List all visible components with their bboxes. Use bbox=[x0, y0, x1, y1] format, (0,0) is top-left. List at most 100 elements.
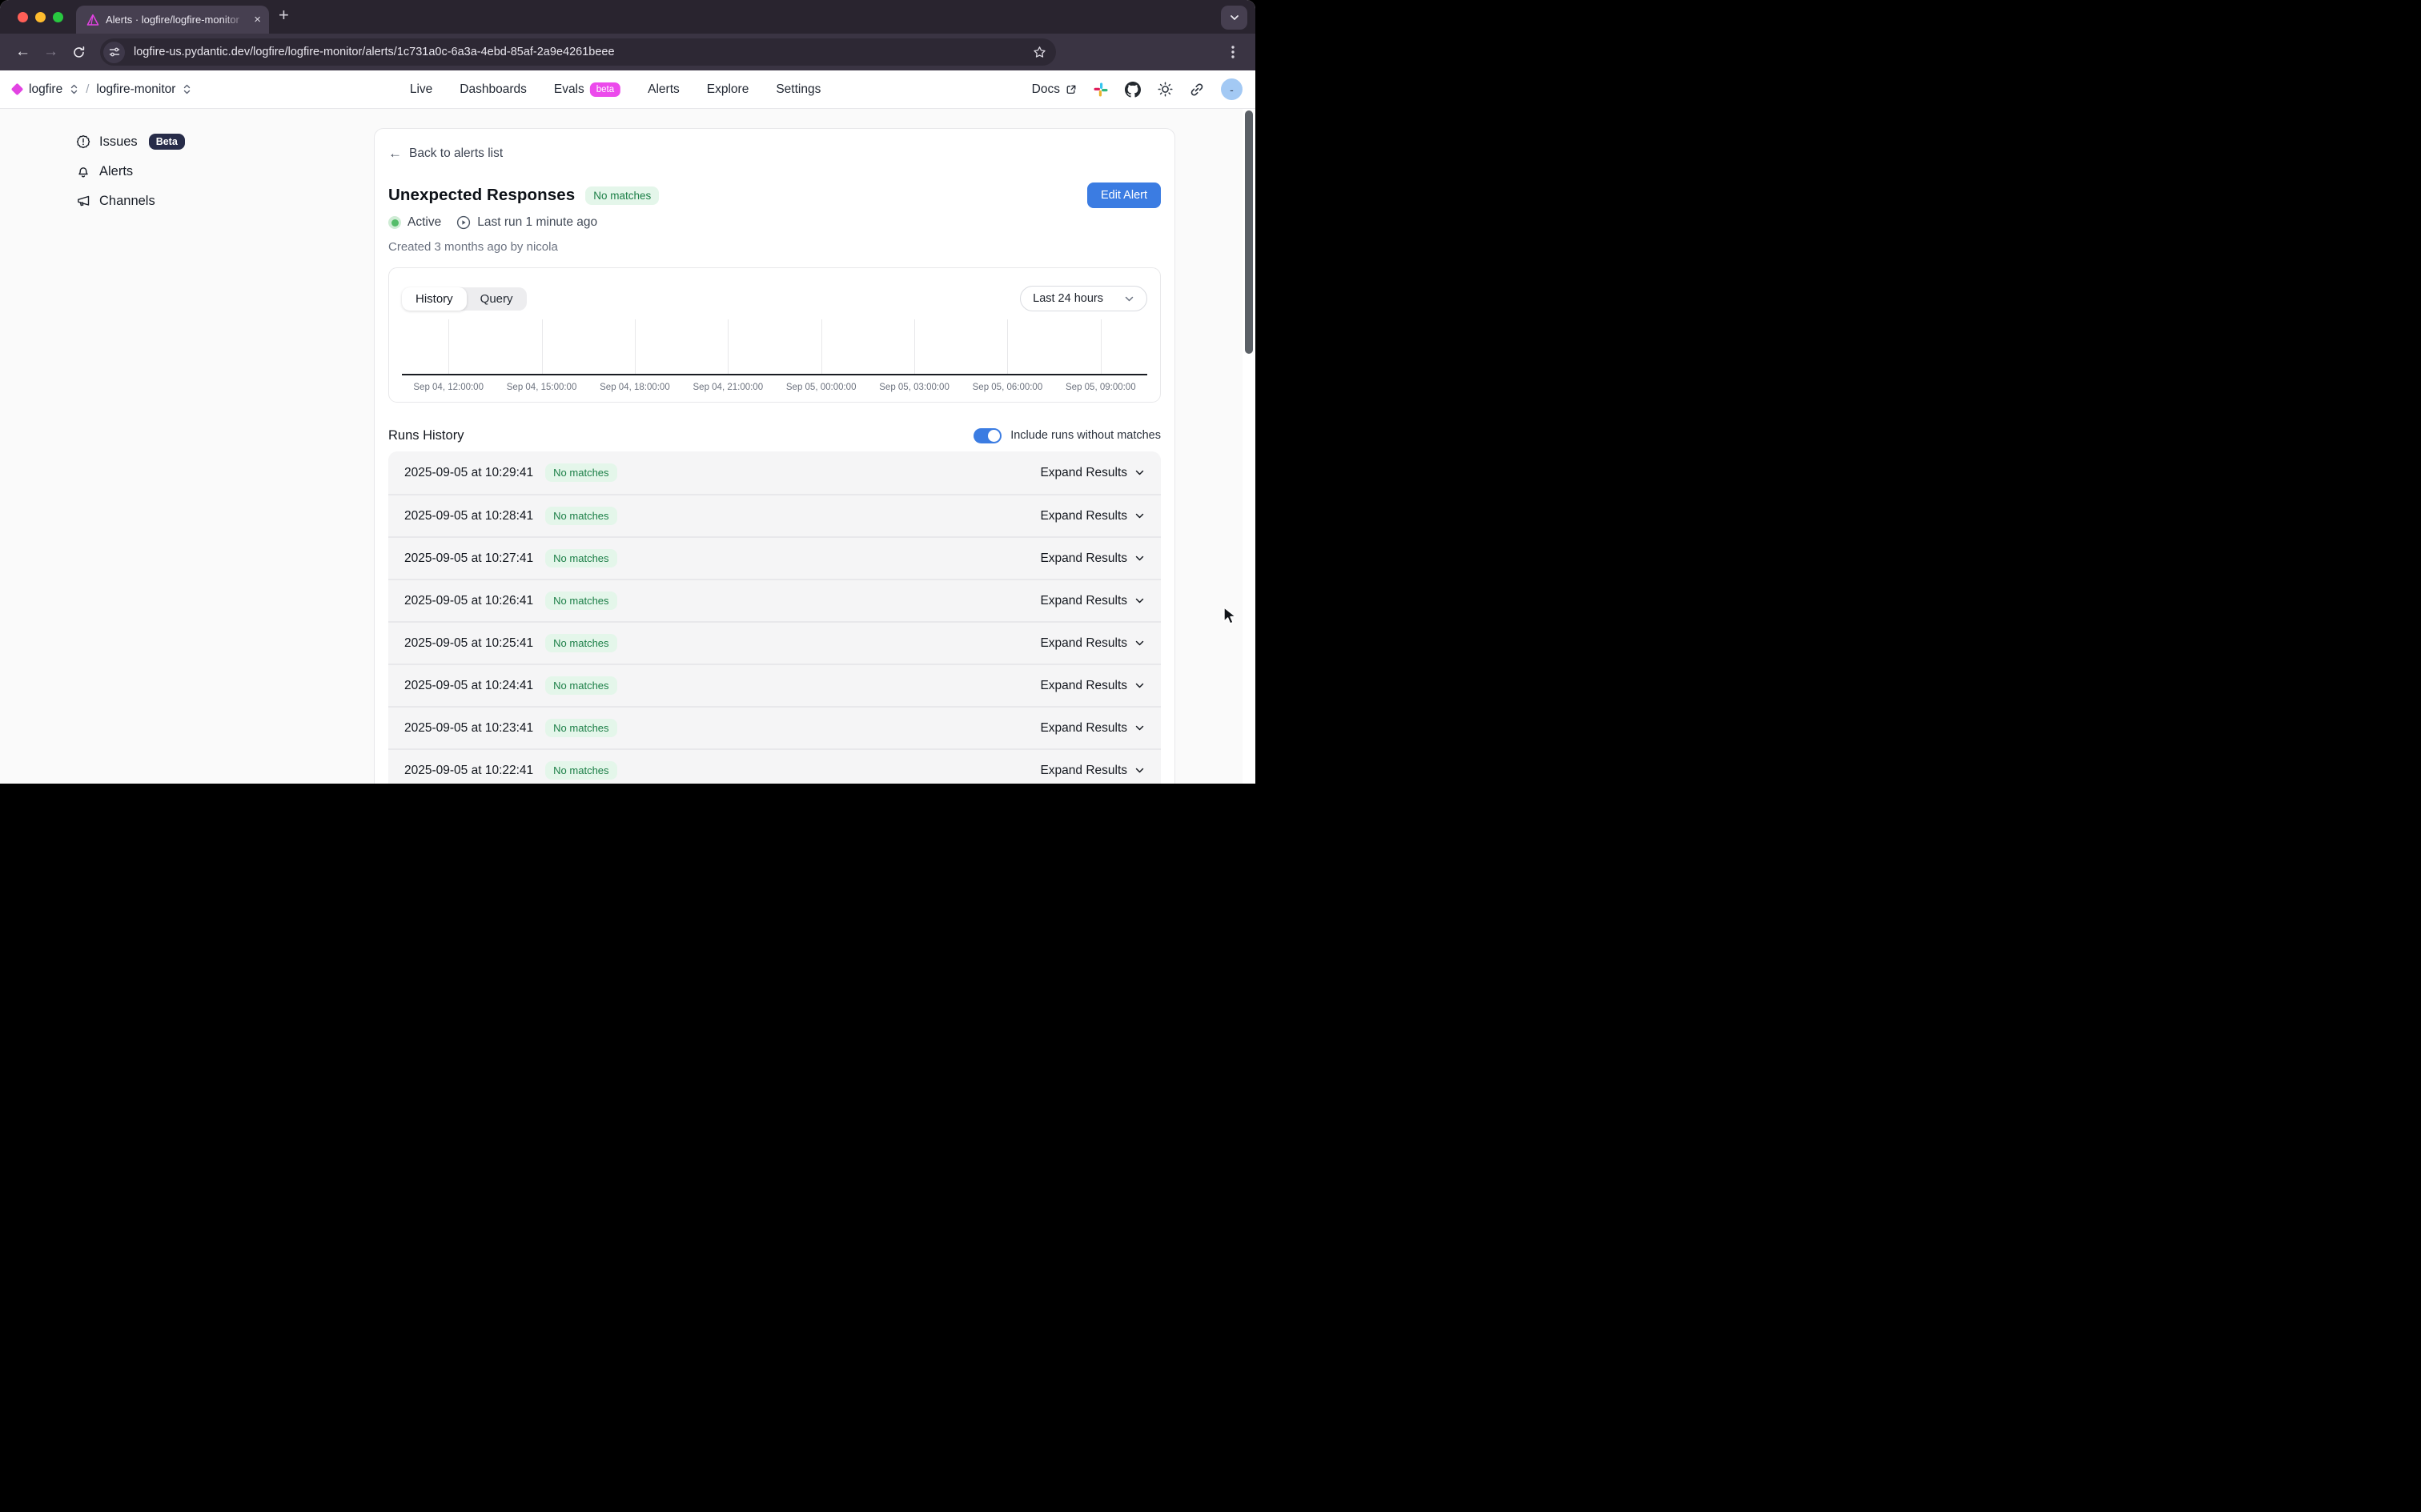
chevron-updown-icon[interactable] bbox=[70, 83, 78, 95]
run-timestamp: 2025-09-05 at 10:24:41 bbox=[404, 679, 533, 693]
expand-results-button[interactable]: Expand Results bbox=[1040, 636, 1145, 651]
sidebar: Issues Beta Alerts Channels bbox=[76, 132, 185, 211]
browser-tab[interactable]: Alerts · logfire/logfire-monitor × bbox=[76, 6, 269, 34]
minimize-window-button[interactable] bbox=[35, 12, 46, 22]
runs-history-chart bbox=[402, 319, 1147, 374]
tab-query[interactable]: Query bbox=[467, 287, 527, 311]
expand-results-button[interactable]: Expand Results bbox=[1040, 679, 1145, 693]
run-match-badge: No matches bbox=[545, 761, 616, 780]
app-header: logfire / logfire-monitor Live Dashboard… bbox=[0, 70, 1255, 109]
expand-results-button[interactable]: Expand Results bbox=[1040, 721, 1145, 736]
play-circle-icon bbox=[456, 215, 471, 230]
run-row: 2025-09-05 at 10:22:41 No matches Expand… bbox=[388, 748, 1161, 784]
close-window-button[interactable] bbox=[18, 12, 28, 22]
page-scrollbar-track[interactable] bbox=[1243, 109, 1255, 784]
browser-forward-button[interactable]: → bbox=[38, 40, 63, 65]
page-content: Issues Beta Alerts Channels ← Back to al… bbox=[0, 109, 1255, 784]
run-match-badge: No matches bbox=[545, 592, 616, 610]
share-link-icon[interactable] bbox=[1190, 82, 1204, 97]
run-timestamp: 2025-09-05 at 10:27:41 bbox=[404, 551, 533, 566]
chart-gridline bbox=[448, 319, 449, 374]
chart-x-tick-labels: Sep 04, 12:00:00 Sep 04, 15:00:00 Sep 04… bbox=[402, 383, 1147, 392]
x-tick: Sep 04, 15:00:00 bbox=[495, 383, 588, 392]
nav-item-alerts[interactable]: Alerts bbox=[648, 82, 680, 97]
theme-toggle-sun-icon[interactable] bbox=[1158, 82, 1173, 97]
alert-title: Unexpected Responses bbox=[388, 186, 575, 205]
chevron-down-icon bbox=[1134, 596, 1145, 606]
page-scrollbar-thumb[interactable] bbox=[1245, 110, 1253, 354]
new-tab-button[interactable]: + bbox=[279, 5, 289, 26]
sidebar-item-alerts[interactable]: Alerts bbox=[76, 162, 185, 181]
docs-link[interactable]: Docs bbox=[1032, 82, 1077, 97]
tab-title: Alerts · logfire/logfire-monitor bbox=[106, 14, 247, 26]
include-runs-toggle[interactable] bbox=[974, 428, 1002, 443]
user-avatar[interactable]: - bbox=[1221, 78, 1243, 100]
sidebar-item-channels[interactable]: Channels bbox=[76, 191, 185, 211]
expand-results-button[interactable]: Expand Results bbox=[1040, 594, 1145, 608]
include-runs-label: Include runs without matches bbox=[1010, 429, 1161, 442]
chevron-down-icon bbox=[1124, 294, 1134, 304]
window-controls bbox=[18, 12, 63, 22]
sidebar-item-issues[interactable]: Issues Beta bbox=[76, 132, 185, 151]
chart-gridline bbox=[542, 319, 543, 374]
issues-beta-badge: Beta bbox=[149, 134, 185, 150]
back-to-alerts-link[interactable]: ← Back to alerts list bbox=[388, 146, 1161, 162]
browser-menu-icon[interactable] bbox=[1220, 40, 1245, 65]
nav-item-live[interactable]: Live bbox=[410, 82, 432, 97]
run-timestamp: 2025-09-05 at 10:28:41 bbox=[404, 509, 533, 523]
alert-circle-icon bbox=[76, 134, 90, 149]
run-timestamp: 2025-09-05 at 10:22:41 bbox=[404, 764, 533, 778]
github-icon[interactable] bbox=[1125, 82, 1141, 98]
reload-button[interactable] bbox=[66, 40, 91, 65]
alert-status: Active bbox=[408, 215, 441, 230]
history-query-tabs: History Query bbox=[402, 287, 527, 311]
expand-results-button[interactable]: Expand Results bbox=[1040, 466, 1145, 480]
nav-item-evals[interactable]: Evals beta bbox=[554, 82, 620, 97]
evals-beta-badge: beta bbox=[590, 82, 620, 97]
expand-results-button[interactable]: Expand Results bbox=[1040, 764, 1145, 778]
x-tick: Sep 04, 21:00:00 bbox=[681, 383, 774, 392]
nav-item-settings[interactable]: Settings bbox=[776, 82, 821, 97]
slack-icon[interactable] bbox=[1094, 82, 1108, 97]
chevron-down-icon bbox=[1134, 467, 1145, 478]
tab-history[interactable]: History bbox=[402, 287, 467, 311]
expand-results-button[interactable]: Expand Results bbox=[1040, 509, 1145, 523]
run-row: 2025-09-05 at 10:25:41 No matches Expand… bbox=[388, 621, 1161, 664]
site-settings-icon[interactable] bbox=[103, 42, 125, 63]
expand-results-button[interactable]: Expand Results bbox=[1040, 551, 1145, 566]
runs-list: 2025-09-05 at 10:29:41 No matches Expand… bbox=[388, 451, 1161, 784]
x-tick: Sep 05, 06:00:00 bbox=[961, 383, 1054, 392]
header-actions: Docs - bbox=[1032, 78, 1243, 100]
run-timestamp: 2025-09-05 at 10:23:41 bbox=[404, 721, 533, 736]
nav-item-dashboards[interactable]: Dashboards bbox=[460, 82, 527, 97]
x-tick: Sep 04, 12:00:00 bbox=[402, 383, 495, 392]
breadcrumb-separator: / bbox=[86, 82, 89, 96]
bookmark-star-icon[interactable] bbox=[1033, 46, 1046, 59]
nav-item-explore[interactable]: Explore bbox=[707, 82, 749, 97]
run-match-badge: No matches bbox=[545, 549, 616, 568]
project-selector[interactable]: logfire-monitor bbox=[96, 82, 175, 97]
org-selector[interactable]: logfire bbox=[29, 82, 62, 97]
tab-close-icon[interactable]: × bbox=[254, 14, 261, 26]
url-text[interactable]: logfire-us.pydantic.dev/logfire/logfire-… bbox=[134, 46, 1024, 58]
run-row: 2025-09-05 at 10:28:41 No matches Expand… bbox=[388, 494, 1161, 536]
chevron-updown-icon[interactable] bbox=[183, 83, 191, 95]
address-bar[interactable]: logfire-us.pydantic.dev/logfire/logfire-… bbox=[100, 38, 1056, 66]
logfire-logo bbox=[11, 83, 24, 96]
chevron-down-icon bbox=[1134, 680, 1145, 691]
logfire-favicon bbox=[86, 14, 99, 26]
run-timestamp: 2025-09-05 at 10:26:41 bbox=[404, 594, 533, 608]
edit-alert-button[interactable]: Edit Alert bbox=[1087, 182, 1161, 208]
browser-back-button[interactable]: ← bbox=[10, 40, 35, 65]
chart-gridline bbox=[635, 319, 636, 374]
x-tick: Sep 05, 03:00:00 bbox=[868, 383, 961, 392]
time-range-select[interactable]: Last 24 hours bbox=[1020, 286, 1147, 311]
chevron-down-icon bbox=[1134, 765, 1145, 776]
tab-search-button[interactable] bbox=[1221, 6, 1247, 30]
zoom-window-button[interactable] bbox=[53, 12, 63, 22]
breadcrumb: logfire / logfire-monitor bbox=[13, 82, 191, 97]
run-timestamp: 2025-09-05 at 10:29:41 bbox=[404, 466, 533, 480]
chevron-down-icon bbox=[1134, 723, 1145, 733]
run-match-badge: No matches bbox=[545, 634, 616, 652]
chart-x-axis bbox=[402, 374, 1147, 375]
